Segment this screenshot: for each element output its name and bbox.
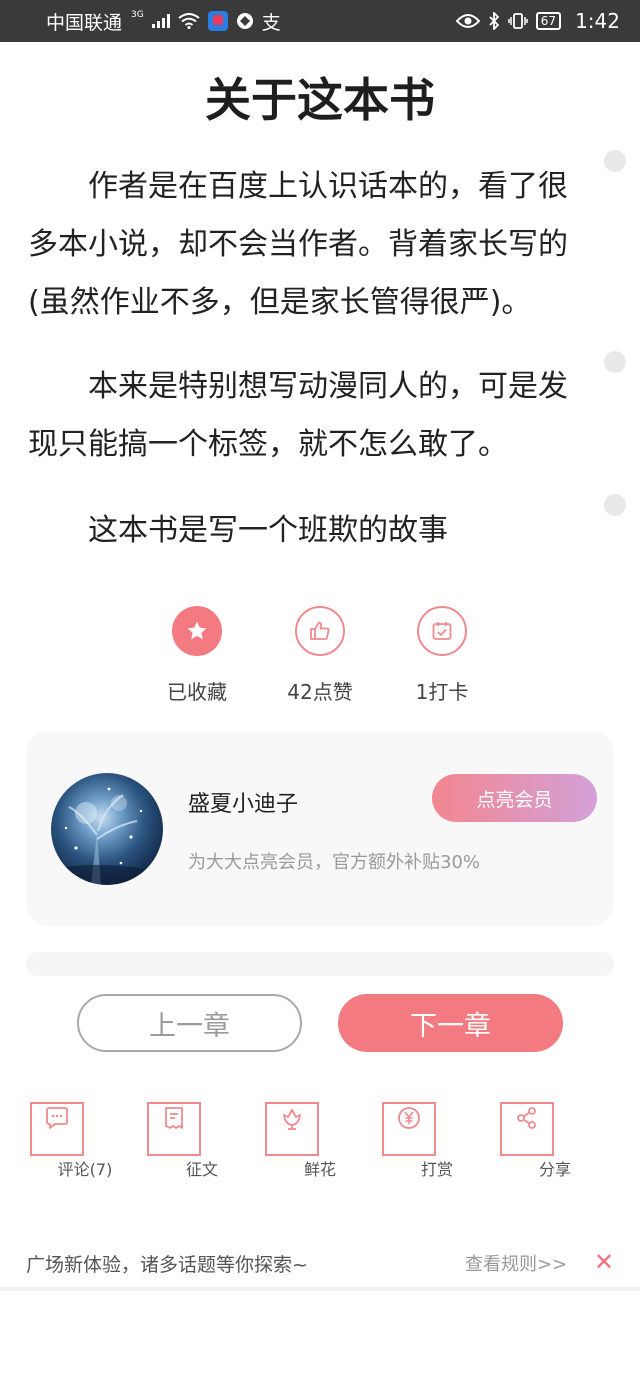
comment-icon xyxy=(30,1102,84,1156)
paragraph-comment-dot[interactable] xyxy=(604,494,626,516)
paragraph: 本来是特别想写动漫同人的，可是发现只能搞一个标签，就不怎么敢了。 xyxy=(28,369,568,462)
clock: 1:42 xyxy=(575,9,620,33)
app-circle-icon xyxy=(236,13,253,29)
document-icon xyxy=(147,1102,201,1156)
view-rules-link[interactable]: 查看规则>> xyxy=(465,1250,567,1276)
contest-button[interactable]: 征文 xyxy=(147,1102,257,1180)
comment-label: 评论(7) xyxy=(57,1160,113,1179)
network-type-label: 3G xyxy=(131,10,144,20)
wifi-icon xyxy=(178,13,200,29)
app-notification-icon xyxy=(207,11,228,31)
member-button[interactable]: 点亮会员 xyxy=(432,774,597,822)
author-member-card: 盛夏小迪子 点亮会员 为大大点亮会员，官方额外补贴30% xyxy=(26,731,614,926)
eye-icon xyxy=(455,14,480,28)
notice-bar: 广场新体验，诸多话题等你探索~ 查看规则>> ✕ xyxy=(0,1238,640,1288)
collect-button[interactable]: 已收藏 xyxy=(142,606,252,705)
checkin-label: 1打卡 xyxy=(415,680,469,704)
yen-icon xyxy=(382,1102,436,1156)
carrier-label: 中国联通 xyxy=(46,11,123,34)
paragraph-comment-dot[interactable] xyxy=(604,150,626,172)
star-icon xyxy=(172,606,222,656)
bluetooth-icon xyxy=(489,12,500,30)
like-button[interactable]: 42点赞 xyxy=(265,606,375,705)
next-chapter-button[interactable]: 下一章 xyxy=(338,994,563,1052)
share-button[interactable]: 分享 xyxy=(500,1102,610,1180)
bottom-divider xyxy=(0,1287,640,1291)
member-subtitle: 为大大点亮会员，官方额外补贴30% xyxy=(188,852,481,873)
author-name: 盛夏小迪子 xyxy=(188,792,299,817)
paragraph: 这本书是写一个班欺的故事 xyxy=(88,513,448,548)
battery-indicator: 67 xyxy=(535,12,562,30)
signal-icon xyxy=(151,14,170,28)
flower-icon xyxy=(265,1102,319,1156)
close-icon[interactable]: ✕ xyxy=(594,1248,614,1276)
calendar-check-icon xyxy=(417,606,467,656)
flower-label: 鲜花 xyxy=(303,1160,336,1179)
thumbs-up-icon xyxy=(295,606,345,656)
like-label: 42点赞 xyxy=(287,680,353,704)
collect-label: 已收藏 xyxy=(167,680,227,704)
share-label: 分享 xyxy=(538,1160,571,1179)
status-bar: 中国联通 3G 支 67 1:42 xyxy=(0,0,640,42)
book-actions: 已收藏 42点赞 1打卡 xyxy=(0,606,640,716)
screen: 中国联通 3G 支 67 1:42 关于这本书 作者是在百度上认识话本的，看了很… xyxy=(0,0,640,1387)
prev-chapter-button[interactable]: 上一章 xyxy=(77,994,302,1052)
paragraph-comment-dot[interactable] xyxy=(604,351,626,373)
vibrate-icon xyxy=(508,13,528,29)
avatar[interactable] xyxy=(51,773,163,885)
share-icon xyxy=(500,1102,554,1156)
bottom-tools: 评论(7) 征文 鲜花 打赏 分享 xyxy=(0,1102,640,1212)
status-right: 67 1:42 xyxy=(455,9,620,33)
alipay-glyph: 支 xyxy=(261,11,281,34)
status-left: 中国联通 3G 支 xyxy=(46,8,281,35)
paragraph: 作者是在百度上认识话本的，看了很多本小说，却不会当作者。背着家长写的(虽然作业不… xyxy=(28,169,568,320)
notice-text: 广场新体验，诸多话题等你探索~ xyxy=(26,1254,308,1276)
page-title: 关于这本书 xyxy=(205,73,435,127)
comment-button[interactable]: 评论(7) xyxy=(30,1102,140,1180)
contest-label: 征文 xyxy=(185,1160,218,1179)
divider-bar xyxy=(26,952,614,976)
checkin-button[interactable]: 1打卡 xyxy=(387,606,497,705)
reward-button[interactable]: 打赏 xyxy=(382,1102,492,1180)
reward-label: 打赏 xyxy=(420,1160,453,1179)
flower-button[interactable]: 鲜花 xyxy=(265,1102,375,1180)
